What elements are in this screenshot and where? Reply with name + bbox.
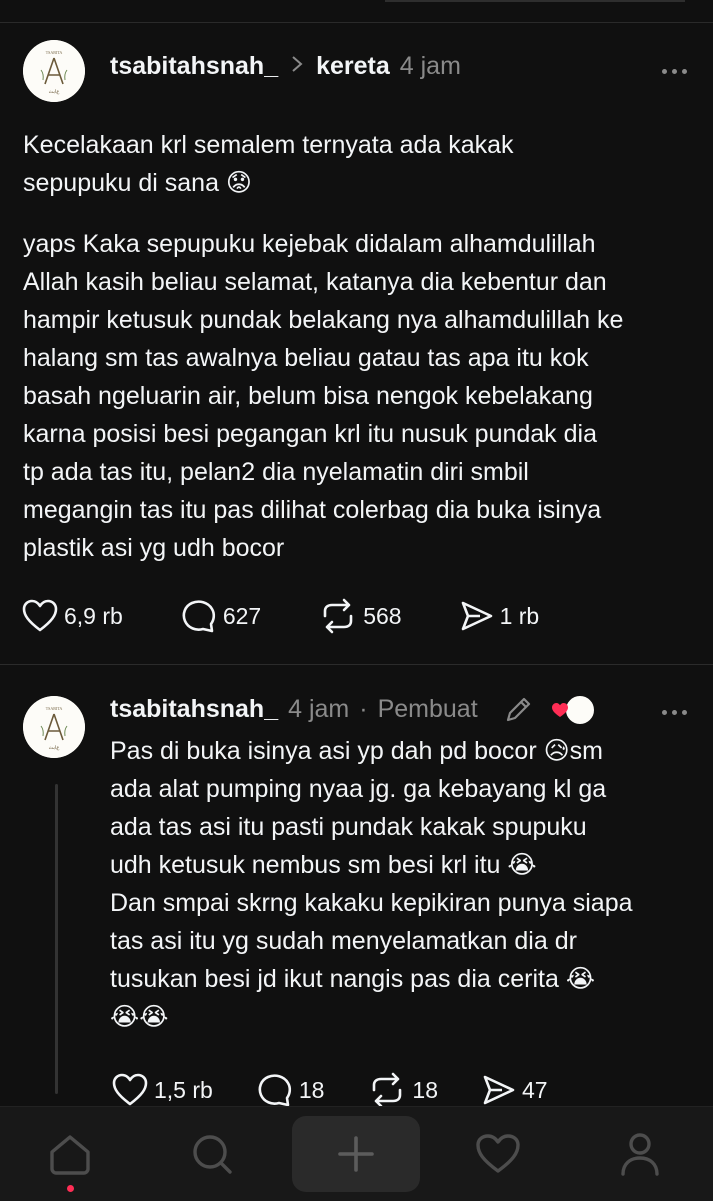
mini-avatar — [563, 694, 596, 726]
thread-reply: TSABITA ﻉﺎﺑﺚ tsabitahsnah_ 4 jam · Pembu… — [0, 666, 713, 1108]
more-options-button[interactable] — [662, 69, 687, 74]
nav-profile[interactable] — [600, 1107, 680, 1201]
share-count: 47 — [522, 1076, 548, 1103]
svg-text:TSABITA: TSABITA — [46, 50, 63, 55]
nav-create[interactable] — [292, 1107, 420, 1201]
nav-search[interactable] — [172, 1107, 252, 1201]
username[interactable]: tsabitahsnah_ — [110, 52, 278, 81]
thread-post: TSABITA ﻉﺎﺑﺚ tsabitahsnah_ kereta 4 jam … — [0, 22, 713, 665]
share-count: 1 rb — [499, 602, 540, 629]
thread-line — [55, 784, 58, 1094]
post-text: Kecelakaan krl semalem ternyata ada kaka… — [23, 131, 514, 197]
reply-count: 627 — [222, 602, 262, 629]
home-icon — [50, 1135, 90, 1175]
comment-icon — [258, 1074, 291, 1107]
reply-text: Pas di buka isinya asi yp dah pd bocor 😥… — [110, 737, 633, 1031]
svg-text:TSABITA: TSABITA — [46, 706, 63, 711]
username[interactable]: tsabitahsnah_ — [110, 695, 278, 724]
more-options-button[interactable] — [662, 710, 687, 715]
reply-button[interactable]: 18 — [257, 1072, 325, 1108]
share-button[interactable]: 1 rb — [460, 600, 540, 632]
liked-by-creator-indicator — [551, 694, 596, 726]
repost-button[interactable]: 18 — [368, 1072, 438, 1108]
reply-count: 18 — [298, 1076, 325, 1103]
send-icon — [483, 1075, 515, 1105]
heart-icon — [112, 1073, 148, 1106]
comment-icon — [182, 600, 215, 633]
post-actions: 6,9 rb 627 568 1 rb — [22, 598, 597, 634]
creator-label: Pembuat — [377, 694, 478, 723]
top-divider — [0, 0, 713, 23]
repost-count: 18 — [412, 1076, 439, 1103]
repost-count: 568 — [363, 602, 402, 629]
send-icon — [461, 601, 492, 631]
avatar[interactable]: TSABITA ﻉﺎﺑﺚ — [23, 696, 85, 758]
like-button[interactable]: 6,9 rb — [22, 599, 123, 633]
chevron-right-icon — [290, 54, 304, 80]
topic-tag[interactable]: kereta — [316, 52, 390, 81]
pencil-icon — [504, 694, 534, 724]
reply-button[interactable]: 627 — [181, 598, 261, 634]
nav-activity[interactable] — [458, 1107, 538, 1201]
svg-text:ﻉﺎﺑﺚ: ﻉﺎﺑﺚ — [49, 89, 60, 95]
avatar[interactable]: TSABITA ﻉﺎﺑﺚ — [23, 40, 85, 102]
like-button[interactable]: 1,5 rb — [112, 1073, 213, 1107]
share-button[interactable]: 47 — [482, 1074, 548, 1106]
like-count: 1,5 rb — [154, 1076, 213, 1103]
heart-icon — [22, 599, 58, 632]
post-text-continued: yaps Kaka sepupuku kejebak didalam alham… — [23, 230, 624, 562]
timestamp: 4 jam — [288, 694, 350, 723]
heart-icon — [551, 703, 568, 717]
like-count: 6,9 rb — [64, 602, 123, 629]
post-actions: 1,5 rb 18 18 47 — [112, 1072, 592, 1108]
repost-button[interactable]: 568 — [319, 598, 402, 634]
svg-text:ﻉﺎﺑﺚ: ﻉﺎﺑﺚ — [49, 745, 60, 751]
notification-dot — [67, 1185, 74, 1192]
profile-icon — [621, 1133, 659, 1176]
bottom-navigation — [0, 1106, 713, 1201]
search-icon — [193, 1135, 232, 1174]
heart-icon — [476, 1134, 520, 1173]
separator: · — [359, 694, 368, 723]
timestamp: 4 jam — [399, 52, 461, 80]
repost-icon — [323, 598, 353, 634]
repost-icon — [373, 1072, 402, 1108]
plus-icon — [338, 1136, 374, 1172]
